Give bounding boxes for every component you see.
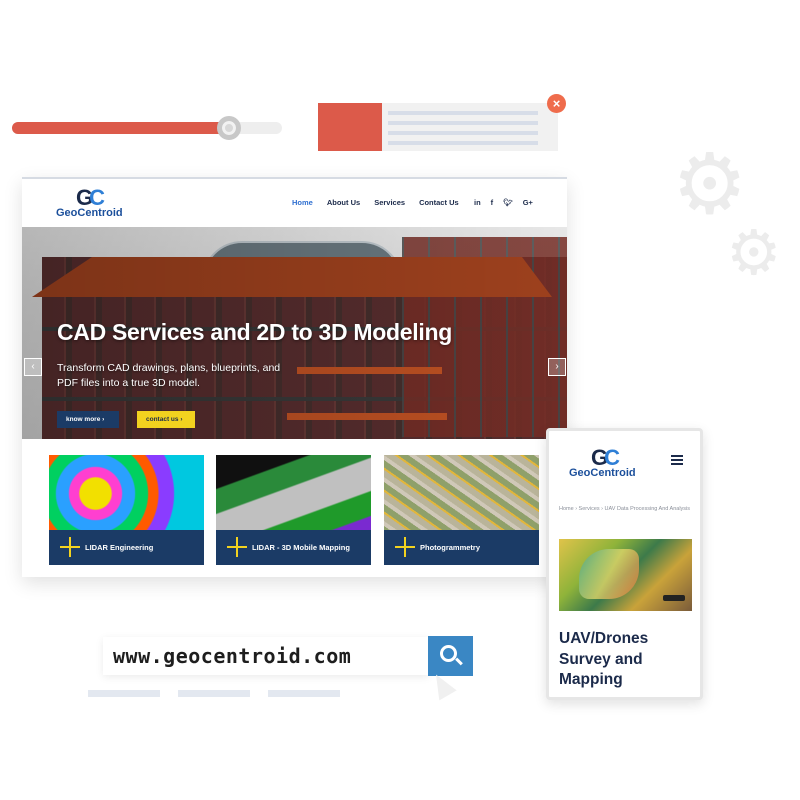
card-line — [388, 111, 538, 115]
progress-slider[interactable] — [12, 116, 282, 140]
slider-next-button[interactable]: › — [548, 358, 566, 376]
search-button[interactable] — [428, 636, 473, 676]
mobile-brand-logo[interactable]: GC GeoCentroid — [569, 445, 649, 481]
hero-title: CAD Services and 2D to 3D Modeling — [57, 319, 452, 345]
card-line — [388, 121, 538, 125]
nav-link-about[interactable]: About Us — [327, 198, 360, 207]
service-card-photogrammetry[interactable]: Photogrammetry — [384, 455, 539, 565]
linkedin-icon[interactable]: in — [474, 198, 481, 207]
hamburger-menu-icon[interactable] — [671, 455, 683, 465]
card-line — [388, 141, 538, 145]
mobile-brand-name: GeoCentroid — [569, 467, 636, 479]
top-nav: GC GeoCentroid Home About Us Services Co… — [22, 179, 567, 227]
mobile-mockup: GC GeoCentroid Home › Services › UAV Dat… — [546, 428, 703, 700]
nav-links: Home About Us Services Contact Us — [292, 198, 459, 207]
google-plus-icon[interactable]: G+ — [523, 198, 533, 207]
plus-icon — [395, 537, 415, 557]
service-card-label: LIDAR Engineering — [85, 543, 154, 552]
plus-icon — [227, 537, 247, 557]
hero-subtitle: Transform CAD drawings, plans, blueprint… — [57, 362, 281, 389]
desktop-mockup: GC GeoCentroid Home About Us Services Co… — [22, 177, 567, 577]
service-card-label: Photogrammetry — [420, 543, 481, 552]
know-more-button[interactable]: know more › — [57, 411, 119, 428]
url-text: www.geocentroid.com — [113, 644, 352, 668]
service-card-lidar[interactable]: LIDAR Engineering — [49, 455, 204, 565]
mobile-page-title: UAV/Drones Survey and Mapping — [559, 630, 649, 688]
placeholder-bar — [268, 690, 340, 697]
close-icon[interactable]: × — [547, 94, 566, 113]
chevron-right-icon: › — [555, 361, 559, 372]
uav-survey-image — [559, 539, 692, 611]
contact-us-label: contact us — [146, 416, 179, 423]
nav-link-home[interactable]: Home — [292, 198, 313, 207]
social-links: in f 🐦︎ G+ — [474, 198, 533, 207]
drone-icon — [663, 595, 685, 601]
url-bar[interactable]: www.geocentroid.com — [103, 637, 429, 675]
nav-link-services[interactable]: Services — [374, 198, 405, 207]
facebook-icon[interactable]: f — [491, 198, 494, 207]
slider-prev-button[interactable]: ‹ — [24, 358, 42, 376]
uav-image-detail — [579, 549, 639, 599]
slider-fill — [12, 122, 230, 134]
know-more-label: know more — [66, 416, 101, 423]
twitter-icon[interactable]: 🐦︎ — [503, 198, 513, 207]
breadcrumb: Home › Services › UAV Data Processing An… — [559, 506, 691, 512]
card-thumbnail — [318, 103, 382, 151]
nav-link-contact[interactable]: Contact Us — [419, 198, 459, 207]
slider-thumb[interactable] — [217, 116, 241, 140]
service-card-label: LIDAR - 3D Mobile Mapping — [252, 543, 350, 552]
notification-card — [318, 103, 558, 151]
chevron-left-icon: ‹ — [31, 361, 35, 372]
hero-slider: CAD Services and 2D to 3D Modeling Trans… — [22, 227, 567, 439]
brand-name: GeoCentroid — [56, 207, 123, 219]
plus-icon — [60, 537, 80, 557]
brand-logo[interactable]: GC GeoCentroid — [56, 185, 136, 221]
services-row: LIDAR Engineering LIDAR - 3D Mobile Mapp… — [22, 439, 567, 577]
placeholder-bar — [88, 690, 160, 697]
contact-us-button[interactable]: contact us › — [137, 411, 195, 428]
placeholder-bar — [178, 690, 250, 697]
gear-icon: ⚙ — [672, 135, 748, 233]
card-line — [388, 131, 538, 135]
chevron-right-icon: › — [102, 416, 105, 423]
service-card-mobile-mapping[interactable]: LIDAR - 3D Mobile Mapping — [216, 455, 371, 565]
search-icon-handle — [455, 657, 463, 666]
gear-icon: ⚙ — [726, 216, 782, 289]
chevron-right-icon: › — [180, 416, 183, 423]
